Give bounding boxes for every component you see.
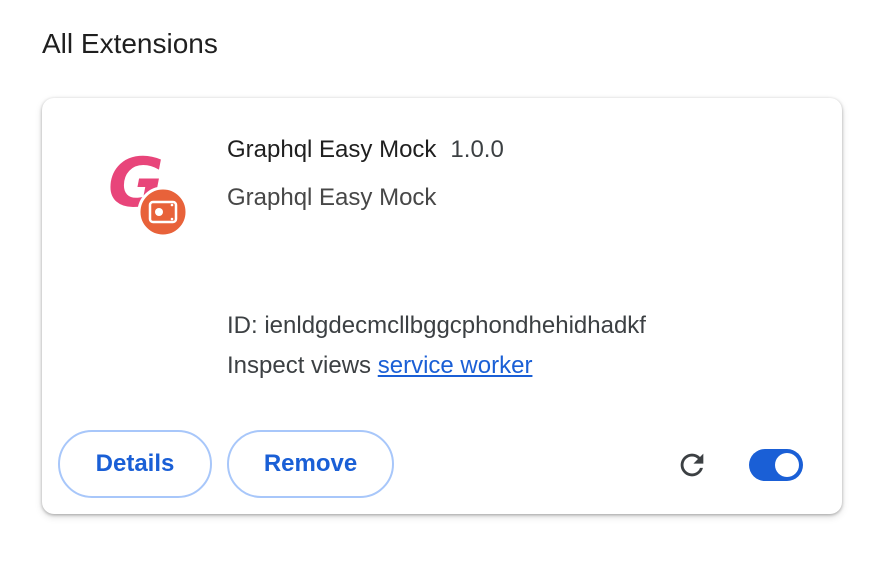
extension-card: G Graphql Easy Mock 1.0.0 Graphql Easy Mo…: [42, 98, 842, 514]
extension-version: 1.0.0: [450, 136, 504, 163]
enable-toggle[interactable]: [749, 449, 803, 481]
service-worker-link[interactable]: service worker: [378, 352, 533, 379]
inspect-views: Inspect views service worker: [227, 352, 532, 380]
section-title: All Extensions: [42, 28, 218, 59]
remove-button[interactable]: Remove: [227, 430, 394, 498]
toggle-knob: [775, 453, 799, 477]
extension-description: Graphql Easy Mock: [227, 184, 437, 211]
extension-name: Graphql Easy Mock: [227, 136, 437, 163]
extension-name-row: Graphql Easy Mock 1.0.0: [227, 136, 504, 164]
details-button[interactable]: Details: [58, 430, 212, 498]
extension-logo-icon: G: [102, 138, 192, 238]
extension-id: ID: ienldgdecmcllbggcphondhehidhadkf: [227, 312, 646, 339]
reload-icon[interactable]: [675, 448, 709, 482]
inspect-views-label: Inspect views: [227, 352, 372, 379]
